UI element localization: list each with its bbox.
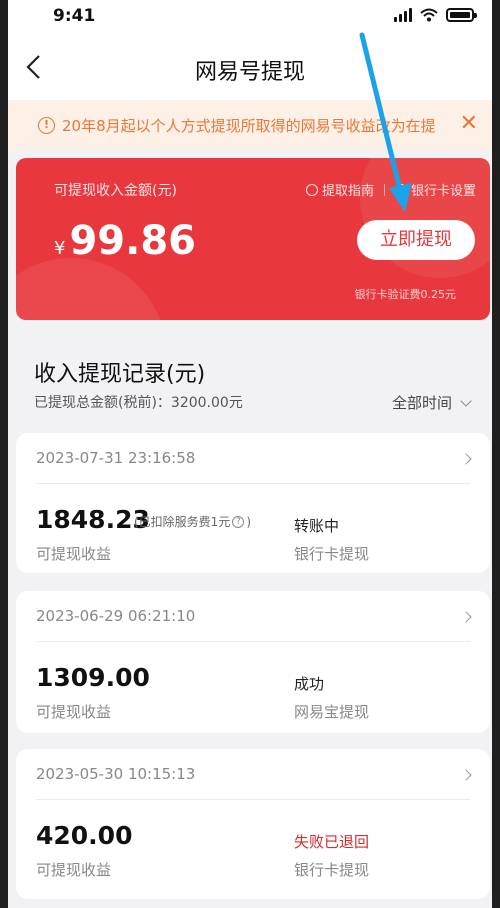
- fee-note-text: (已扣除服务费1元: [134, 515, 231, 529]
- record-amount-label: 可提现收益: [36, 703, 112, 721]
- link-divider: [383, 183, 385, 196]
- status-bar: 9:41: [8, 0, 492, 34]
- battery-icon: [446, 8, 477, 22]
- record-method: 银行卡提现: [294, 861, 370, 879]
- balance-card: 可提现收入金额(元) 提取指南 银行卡设置 ¥ 99.86 立即提现 银行卡验证…: [16, 158, 490, 320]
- info-icon: !: [38, 117, 55, 134]
- chevron-right-icon[interactable]: [460, 453, 472, 465]
- chevron-right-icon[interactable]: [460, 611, 472, 623]
- chevron-right-icon[interactable]: [460, 769, 472, 781]
- status-icons: [394, 8, 477, 22]
- bank-fee-note: 银行卡验证费0.25元: [354, 288, 457, 301]
- records-title: 收入提现记录(元): [34, 362, 206, 387]
- notice-banner: ! 20年8月起以个人方式提现所取得的网易号收益改为在提 ✕: [8, 100, 492, 150]
- balance-links: 提取指南 银行卡设置: [305, 180, 476, 199]
- chevron-down-icon: [460, 394, 472, 407]
- compass-icon: [305, 183, 318, 196]
- record-fee-note: (已扣除服务费1元 ? ): [134, 514, 252, 530]
- time-filter-label: 全部时间: [391, 394, 452, 412]
- record-divider: [36, 641, 470, 642]
- record-status: 成功: [294, 675, 325, 693]
- record-method: 银行卡提现: [294, 545, 370, 563]
- record-amount: 1309.00: [36, 663, 150, 692]
- balance-label: 可提现收入金额(元): [54, 183, 177, 199]
- record-card[interactable]: 2023-06-29 06:21:10 1309.00 可提现收益 成功 网易宝…: [16, 591, 490, 733]
- currency-symbol: ¥: [54, 238, 66, 259]
- record-amount: 1848.23: [36, 505, 150, 534]
- guide-link[interactable]: 提取指南: [305, 180, 374, 199]
- help-icon[interactable]: ?: [232, 515, 245, 528]
- record-card[interactable]: 2023-07-31 23:16:58 1848.23 (已扣除服务费1元 ? …: [16, 433, 490, 573]
- time-filter[interactable]: 全部时间: [391, 392, 472, 413]
- balance-amount: ¥ 99.86: [54, 218, 196, 264]
- record-divider: [36, 799, 470, 800]
- page-title: 网易号提现: [194, 60, 305, 85]
- withdraw-button[interactable]: 立即提现: [357, 220, 475, 260]
- right-bezel: [492, 0, 500, 908]
- settings-icon: [394, 183, 407, 196]
- left-bezel: [0, 0, 8, 908]
- record-card[interactable]: 2023-05-30 10:15:13 420.00 可提现收益 失败已退回 银…: [16, 749, 490, 899]
- app-page: 9:41 网易号提现 ! 20年8月起以个人方式提现所取得的网易号收益改为在提 …: [8, 0, 492, 908]
- record-amount-label: 可提现收益: [36, 861, 112, 879]
- signal-icon: [394, 8, 412, 22]
- record-amount-label: 可提现收益: [36, 545, 112, 563]
- wifi-icon: [420, 8, 438, 22]
- record-date: 2023-07-31 23:16:58: [36, 449, 196, 467]
- record-method: 网易宝提现: [294, 703, 370, 721]
- record-amount: 420.00: [36, 821, 133, 850]
- records-total: 已提现总金额(税前)：3200.00元: [34, 395, 243, 411]
- record-status: 失败已退回: [294, 833, 370, 851]
- record-date: 2023-06-29 06:21:10: [36, 607, 196, 625]
- bank-settings-link[interactable]: 银行卡设置: [394, 180, 476, 199]
- notice-text: 20年8月起以个人方式提现所取得的网易号收益改为在提: [62, 117, 436, 135]
- bank-settings-label: 银行卡设置: [410, 184, 476, 199]
- record-divider: [36, 483, 470, 484]
- record-status: 转账中: [294, 517, 340, 535]
- close-icon[interactable]: ✕: [460, 111, 478, 136]
- record-date: 2023-05-30 10:15:13: [36, 765, 196, 783]
- status-time: 9:41: [53, 6, 96, 26]
- nav-bar: 网易号提现: [8, 34, 492, 100]
- guide-link-label: 提取指南: [321, 184, 374, 199]
- balance-value: 99.86: [69, 218, 196, 264]
